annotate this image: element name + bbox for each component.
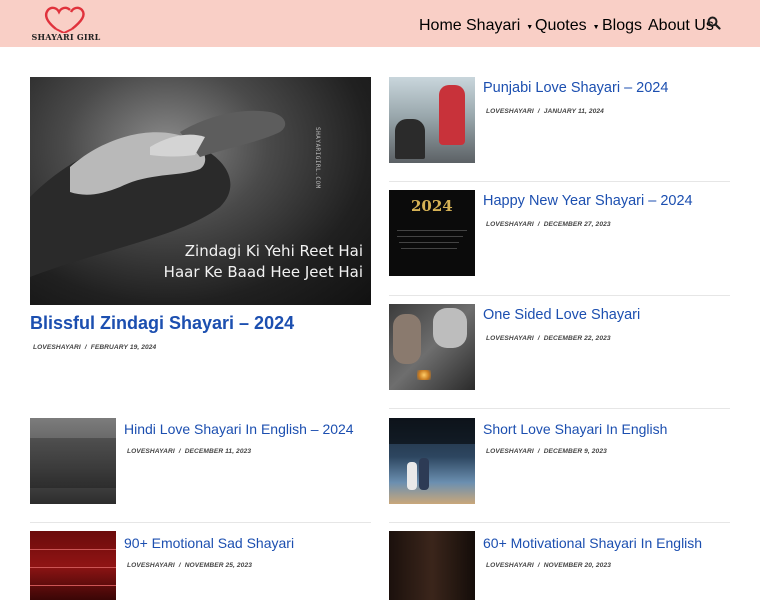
site-header: SHAYARI GIRL Home Shayari ▼ Quotes ▼ Blogs… — [0, 0, 760, 47]
chevron-down-icon: ▼ — [526, 24, 534, 31]
post-title[interactable]: 60+ Motivational Shayari In English — [483, 535, 702, 551]
post-title[interactable]: Happy New Year Shayari – 2024 — [483, 193, 693, 209]
divider — [389, 408, 730, 409]
post-thumbnail[interactable] — [389, 77, 475, 163]
post-meta: LOVESHAYARI / DECEMBER 27, 2023 — [486, 221, 611, 228]
divider — [389, 522, 730, 523]
thumb-line — [401, 248, 457, 249]
featured-meta: LOVESHAYARI / FEBRUARY 19, 2024 — [33, 344, 157, 351]
featured-watermark: SHAYARIGIRL.COM — [314, 127, 321, 189]
nav-blogs[interactable]: Blogs — [602, 17, 642, 35]
thumb-line — [30, 567, 116, 568]
post-meta: LOVESHAYARI / DECEMBER 22, 2023 — [486, 335, 611, 342]
post-meta: LOVESHAYARI / DECEMBER 11, 2023 — [127, 448, 252, 455]
figure-man — [393, 314, 421, 364]
post-author[interactable]: LOVESHAYARI — [486, 448, 534, 455]
post-meta: LOVESHAYARI / NOVEMBER 25, 2023 — [127, 562, 252, 569]
post-meta: LOVESHAYARI / JANUARY 11, 2024 — [486, 108, 604, 115]
featured-title[interactable]: Blissful Zindagi Shayari – 2024 — [30, 313, 294, 334]
post-date: NOVEMBER 20, 2023 — [543, 562, 611, 569]
nav-home[interactable]: Home — [419, 17, 462, 35]
logo-text: SHAYARI GIRL — [31, 32, 101, 42]
thumb-overlay — [30, 438, 116, 488]
figure-man — [419, 458, 429, 490]
candle-light — [417, 370, 431, 380]
post-author[interactable]: LOVESHAYARI — [486, 108, 534, 115]
post-date: DECEMBER 22, 2023 — [543, 335, 611, 342]
post-date: DECEMBER 9, 2023 — [543, 448, 607, 455]
post-thumbnail[interactable] — [389, 418, 475, 504]
post-author[interactable]: LOVESHAYARI — [33, 344, 81, 351]
post-author[interactable]: LOVESHAYARI — [127, 448, 175, 455]
post-title[interactable]: 90+ Emotional Sad Shayari — [124, 535, 294, 551]
post-date: FEBRUARY 19, 2024 — [90, 344, 157, 351]
post-author[interactable]: LOVESHAYARI — [486, 562, 534, 569]
post-author[interactable]: LOVESHAYARI — [486, 221, 534, 228]
post-thumbnail[interactable] — [389, 304, 475, 390]
post-author[interactable]: LOVESHAYARI — [127, 562, 175, 569]
featured-image-line2: Haar Ke Baad Hee Jeet Hai — [163, 263, 363, 281]
featured-image[interactable]: SHAYARIGIRL.COM Zindagi Ki Yehi Reet Hai… — [30, 77, 371, 305]
post-thumbnail[interactable] — [389, 531, 475, 600]
post-date: NOVEMBER 25, 2023 — [184, 562, 252, 569]
divider — [389, 295, 730, 296]
post-meta: LOVESHAYARI / NOVEMBER 20, 2023 — [486, 562, 611, 569]
featured-image-line1: Zindagi Ki Yehi Reet Hai — [184, 242, 363, 260]
post-thumbnail[interactable] — [30, 531, 116, 600]
post-date: DECEMBER 27, 2023 — [543, 221, 611, 228]
figure-dark — [395, 119, 425, 159]
site-logo[interactable]: SHAYARI GIRL — [31, 5, 101, 43]
post-title[interactable]: Punjabi Love Shayari – 2024 — [483, 80, 668, 96]
post-date: DECEMBER 11, 2023 — [184, 448, 252, 455]
nav-about[interactable]: About Us — [648, 17, 714, 35]
figure-woman — [433, 308, 467, 348]
post-thumbnail[interactable]: 2024 — [389, 190, 475, 276]
nav-shayari-label: Shayari — [466, 17, 521, 34]
post-date: JANUARY 11, 2024 — [543, 108, 604, 115]
post-thumbnail[interactable] — [30, 418, 116, 504]
thumb-line — [397, 230, 467, 231]
post-title[interactable]: Hindi Love Shayari In English – 2024 — [124, 421, 354, 437]
nav-quotes[interactable]: Quotes ▼ — [535, 17, 600, 35]
nav-shayari[interactable]: Shayari ▼ — [466, 17, 533, 35]
thumb-text-band — [389, 418, 475, 444]
thumb-overlay — [389, 531, 475, 600]
post-author[interactable]: LOVESHAYARI — [486, 335, 534, 342]
post-title[interactable]: Short Love Shayari In English — [483, 421, 667, 437]
post-meta: LOVESHAYARI / DECEMBER 9, 2023 — [486, 448, 607, 455]
thumb-line — [30, 585, 116, 586]
divider — [389, 181, 730, 182]
thumb-line — [30, 549, 116, 550]
nav-quotes-label: Quotes — [535, 17, 587, 34]
heart-logo-icon — [44, 6, 85, 33]
thumb-line — [399, 242, 459, 243]
divider — [30, 522, 371, 523]
thumb-line — [397, 236, 463, 237]
chevron-down-icon: ▼ — [592, 24, 600, 31]
figure-red-shirt — [439, 85, 465, 145]
figure-woman — [407, 462, 417, 490]
post-title[interactable]: One Sided Love Shayari — [483, 307, 640, 323]
search-icon[interactable] — [707, 16, 721, 30]
thumb-caption — [393, 111, 396, 121]
thumb-year-text: 2024 — [411, 197, 453, 215]
